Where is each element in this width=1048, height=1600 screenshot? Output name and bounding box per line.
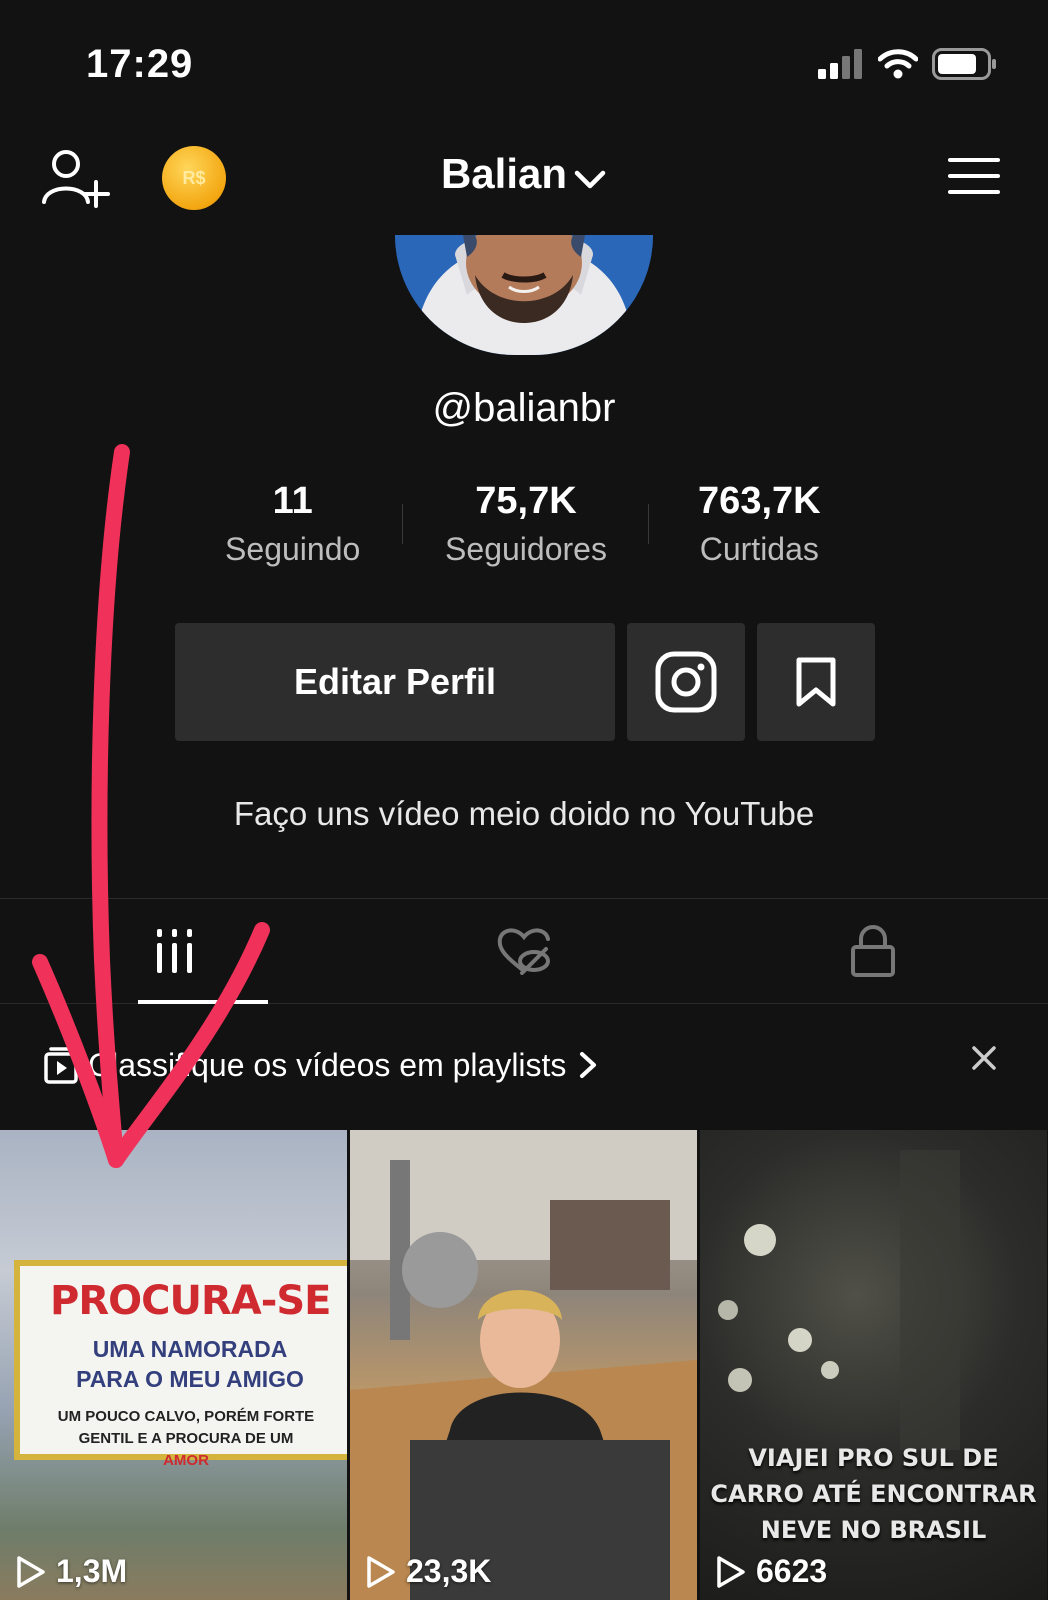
playlist-icon [44, 1047, 78, 1084]
video-caption: VIAJEI PRO SUL DE CARRO ATÉ ENCONTRAR NE… [710, 1444, 1037, 1544]
bookmark-icon [796, 657, 836, 707]
status-bar: 17:29 [0, 0, 1048, 120]
stat-value: 763,7K [698, 480, 821, 522]
view-count-value: 1,3M [56, 1553, 128, 1589]
stat-value: 75,7K [475, 480, 577, 522]
video-grid: PROCURA-SE UMA NAMORADA PARA O MEU AMIGO… [0, 1130, 1048, 1600]
play-icon [367, 1555, 395, 1588]
stat-label: Seguidores [445, 531, 607, 567]
stat-likes[interactable]: 763,7K Curtidas [643, 480, 876, 568]
wifi-icon [878, 49, 918, 79]
favorites-button[interactable] [757, 623, 875, 741]
profile-stats: 11 Seguindo 75,7K Seguidores 763,7K Curt… [176, 480, 876, 568]
billboard-image: PROCURA-SE UMA NAMORADA PARA O MEU AMIGO… [14, 1260, 347, 1469]
billboard-subtitle: UMA NAMORADA PARA O MEU AMIGO [76, 1336, 304, 1392]
edit-profile-button[interactable]: Editar Perfil [175, 623, 615, 741]
avatar-photo [395, 235, 653, 355]
stat-label: Curtidas [699, 531, 819, 567]
status-icons [818, 48, 998, 80]
profile-handle: @balianbr [432, 386, 616, 430]
stat-value: 11 [272, 480, 313, 522]
profile-bio: Faço uns vídeo meio doido no YouTube [233, 795, 815, 832]
stat-followers[interactable]: 75,7K Seguidores [409, 480, 642, 568]
playlist-banner-text: Classifique os vídeos em playlists [88, 1046, 567, 1083]
view-count: 23,3K [366, 1553, 491, 1590]
cellular-signal-icon [818, 49, 862, 79]
avatar[interactable] [395, 235, 653, 355]
view-count-value: 6623 [756, 1553, 828, 1589]
billboard-small: UM POUCO CALVO, PORÉM FORTE GENTIL E A P… [57, 1408, 315, 1447]
billboard-red: AMOR [163, 1452, 209, 1469]
account-name: Balian [440, 150, 568, 197]
view-count: 1,3M [16, 1553, 127, 1590]
stat-divider [648, 504, 649, 544]
hamburger-menu-icon[interactable] [948, 156, 1000, 196]
stat-following[interactable]: 11 Seguindo [176, 480, 409, 568]
stat-label: Seguindo [225, 531, 361, 567]
instagram-button[interactable] [627, 623, 745, 741]
tab-liked[interactable] [349, 899, 698, 1003]
tab-private[interactable] [699, 899, 1048, 1003]
chevron-right-icon [580, 1052, 597, 1078]
play-icon [717, 1555, 745, 1588]
play-icon [17, 1555, 45, 1588]
stat-divider [402, 504, 403, 544]
hidden-likes-icon [497, 928, 550, 975]
view-count-value: 23,3K [406, 1553, 492, 1589]
view-count: 6623 [716, 1553, 827, 1590]
close-icon[interactable] [970, 1044, 998, 1072]
billboard-small-text: UM POUCO CALVO, PORÉM FORTE GENTIL E A P… [56, 1406, 316, 1472]
lock-icon [851, 925, 896, 977]
video-thumbnail[interactable]: PROCURA-SE UMA NAMORADA PARA O MEU AMIGO… [0, 1130, 347, 1600]
profile-header: R$ Balian [0, 130, 1048, 230]
active-tab-indicator [138, 1000, 268, 1004]
profile-actions: Editar Perfil [175, 623, 875, 741]
video-thumbnail[interactable]: 23,3K [350, 1130, 697, 1600]
billboard-title: PROCURA-SE [50, 1278, 331, 1324]
chevron-down-icon [573, 153, 607, 201]
battery-icon [932, 48, 996, 80]
tab-videos[interactable] [0, 899, 349, 1004]
status-time: 17:29 [86, 42, 194, 86]
account-switcher[interactable]: Balian [0, 150, 1048, 201]
video-thumbnail[interactable]: VIAJEI PRO SUL DE CARRO ATÉ ENCONTRAR NE… [700, 1130, 1047, 1600]
profile-tabs [0, 898, 1048, 1004]
instagram-icon [655, 651, 717, 713]
grid-videos-icon [156, 929, 192, 973]
gym-video-frame [350, 1130, 697, 1600]
playlist-banner[interactable]: Classifique os vídeos em playlists [44, 1030, 1004, 1100]
